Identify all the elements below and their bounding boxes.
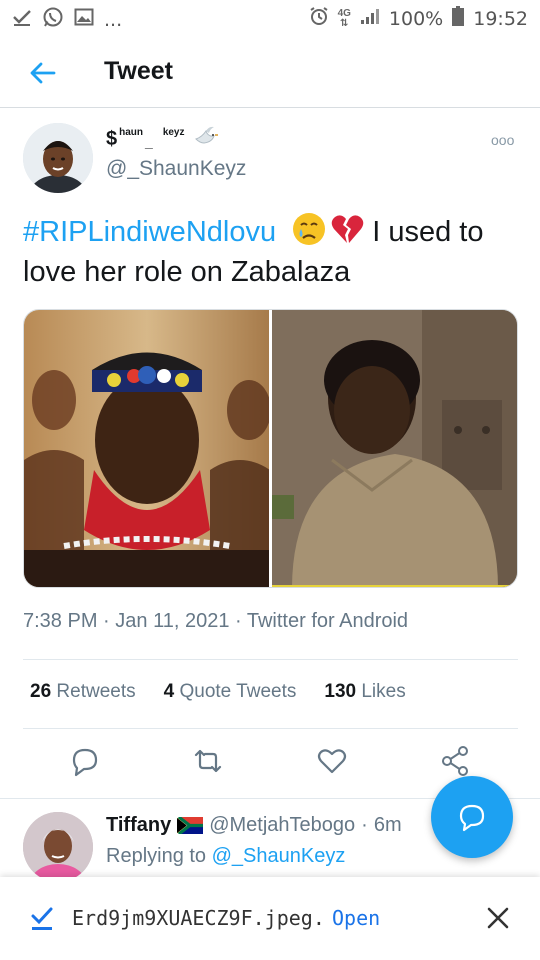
page-title: Tweet bbox=[104, 57, 173, 85]
retweet-icon[interactable] bbox=[192, 745, 224, 777]
close-icon[interactable] bbox=[486, 906, 510, 930]
tweet-stats: 26 Retweets 4 Quote Tweets 130 Likes bbox=[30, 681, 406, 703]
reply-author-name[interactable]: Tiffany bbox=[106, 814, 171, 837]
downloaded-filename: Erd9jm9XUAECZ9F.jpeg. bbox=[72, 906, 325, 930]
share-icon[interactable] bbox=[439, 745, 471, 777]
more-options-icon[interactable]: ooo bbox=[491, 132, 514, 148]
battery-percent: 100% bbox=[388, 8, 444, 30]
reply-author-handle[interactable]: @MetjahTebogo bbox=[209, 814, 355, 837]
photo-right[interactable] bbox=[272, 310, 517, 587]
download-snackbar: Erd9jm9XUAECZ9F.jpeg. Open bbox=[0, 877, 540, 960]
tweet-date: Jan 11, 2021 bbox=[115, 610, 230, 632]
reply-icon[interactable] bbox=[68, 745, 100, 777]
reply-header: Tiffany @MetjahTebogo · 6m bbox=[106, 814, 402, 837]
broken-heart-emoji-icon bbox=[330, 212, 364, 246]
reply-bubble-icon bbox=[459, 804, 485, 832]
tweet-meta: 7:38 PM · Jan 11, 2021 · Twitter for And… bbox=[23, 610, 409, 632]
likes-stat[interactable]: 130 Likes bbox=[324, 681, 405, 703]
signal-icon bbox=[360, 7, 380, 31]
more-notifications: ... bbox=[104, 9, 123, 31]
open-file-button[interactable]: Open bbox=[332, 906, 380, 930]
back-arrow-icon[interactable] bbox=[28, 58, 58, 88]
compose-reply-button[interactable] bbox=[431, 776, 513, 858]
quote-tweets-stat[interactable]: 4 Quote Tweets bbox=[164, 681, 297, 703]
author-avatar[interactable] bbox=[23, 123, 93, 193]
tweet-text: #RIPLindiweNdlovu I used to love her rol… bbox=[23, 212, 523, 292]
like-heart-icon[interactable] bbox=[316, 745, 348, 777]
dove-emoji-icon bbox=[193, 125, 219, 147]
tweet-source[interactable]: Twitter for Android bbox=[247, 610, 408, 632]
retweets-stat[interactable]: 26 Retweets bbox=[30, 681, 136, 703]
author-handle[interactable]: @_ShaunKeyz bbox=[106, 157, 246, 181]
replying-to-link[interactable]: @_ShaunKeyz bbox=[212, 845, 346, 867]
alarm-icon bbox=[309, 6, 329, 32]
reply-author-avatar[interactable] bbox=[23, 812, 93, 882]
tweet-time: 7:38 PM bbox=[23, 610, 98, 632]
network-type: 4G ⇅ bbox=[337, 8, 351, 29]
download-complete-icon bbox=[30, 905, 54, 931]
app-bar: Tweet bbox=[0, 38, 540, 108]
gallery-icon bbox=[74, 7, 94, 33]
replying-to: Replying to @_ShaunKeyz bbox=[106, 845, 346, 867]
battery-icon bbox=[452, 6, 465, 32]
check-icon bbox=[12, 7, 32, 33]
photo-left[interactable] bbox=[24, 310, 269, 587]
reply-time: 6m bbox=[373, 814, 402, 836]
south-africa-flag-icon bbox=[176, 814, 205, 837]
status-bar: ... 4G ⇅ 100% 19:52 bbox=[0, 0, 540, 38]
divider bbox=[23, 659, 518, 660]
tweet-media[interactable] bbox=[23, 309, 518, 588]
divider bbox=[23, 728, 518, 729]
hashtag-link[interactable]: #RIPLindiweNdlovu bbox=[23, 216, 276, 248]
clock: 19:52 bbox=[473, 8, 528, 30]
crying-face-emoji-icon bbox=[292, 212, 326, 246]
whatsapp-icon bbox=[42, 6, 64, 34]
author-name[interactable]: $ haun _ keyz bbox=[106, 125, 219, 151]
